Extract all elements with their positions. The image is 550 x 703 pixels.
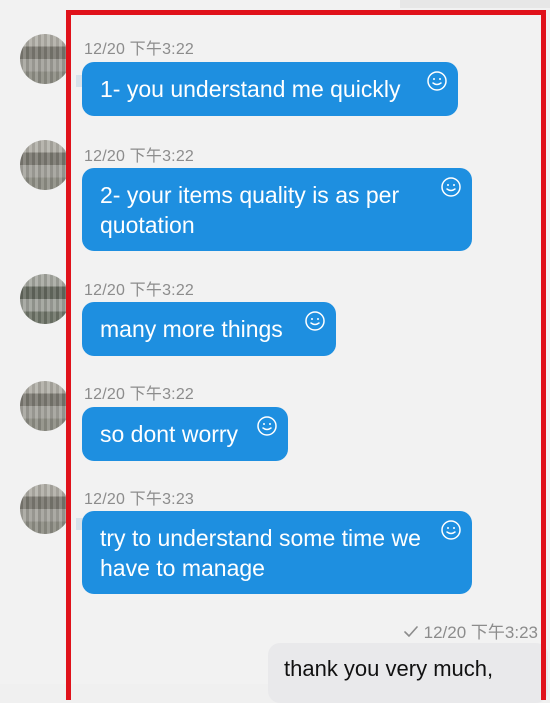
chat-window: 12/20 下午3:22 1- you understand me quickl… (0, 0, 550, 703)
message-bubble[interactable]: 2- your items quality is as per quotatio… (82, 168, 472, 251)
message-text: many more things (100, 316, 283, 342)
message-bubble[interactable]: 1- you understand me quickly (82, 62, 458, 116)
message-bubble[interactable]: so dont worry (82, 407, 288, 461)
message-text: 1- you understand me quickly (100, 76, 401, 102)
message-bubble[interactable]: try to understand some time we have to m… (82, 511, 472, 594)
message-timestamp: 12/20 下午3:22 (84, 386, 195, 403)
message-timestamp: 12/20 下午3:22 (84, 282, 195, 299)
sent-message-bubble[interactable]: thank you very much, (268, 643, 548, 703)
smiley-icon[interactable] (426, 70, 448, 92)
message-timestamp: 12/20 下午3:23 (84, 491, 195, 508)
sent-timestamp: 12/20 下午3:23 (423, 623, 538, 642)
message-timestamp: 12/20 下午3:22 (84, 41, 195, 58)
message-text: try to understand some time we have to m… (100, 525, 421, 581)
message-bubble[interactable]: many more things (82, 302, 336, 356)
avatar[interactable] (20, 274, 70, 324)
check-icon (403, 626, 418, 637)
sent-message-meta: 12/20 下午3:23 (403, 618, 538, 643)
smiley-icon[interactable] (440, 176, 462, 198)
smiley-icon[interactable] (304, 310, 326, 332)
sent-message-text: thank you very much, (284, 656, 494, 681)
smiley-icon[interactable] (256, 415, 278, 437)
avatar[interactable] (20, 381, 70, 431)
avatar[interactable] (20, 140, 70, 190)
avatar[interactable] (20, 34, 70, 84)
message-text: 2- your items quality is as per quotatio… (100, 182, 400, 238)
message-timestamp: 12/20 下午3:22 (84, 148, 195, 165)
smiley-icon[interactable] (440, 519, 462, 541)
message-text: so dont worry (100, 421, 239, 447)
avatar[interactable] (20, 484, 70, 534)
top-strip (400, 0, 550, 8)
